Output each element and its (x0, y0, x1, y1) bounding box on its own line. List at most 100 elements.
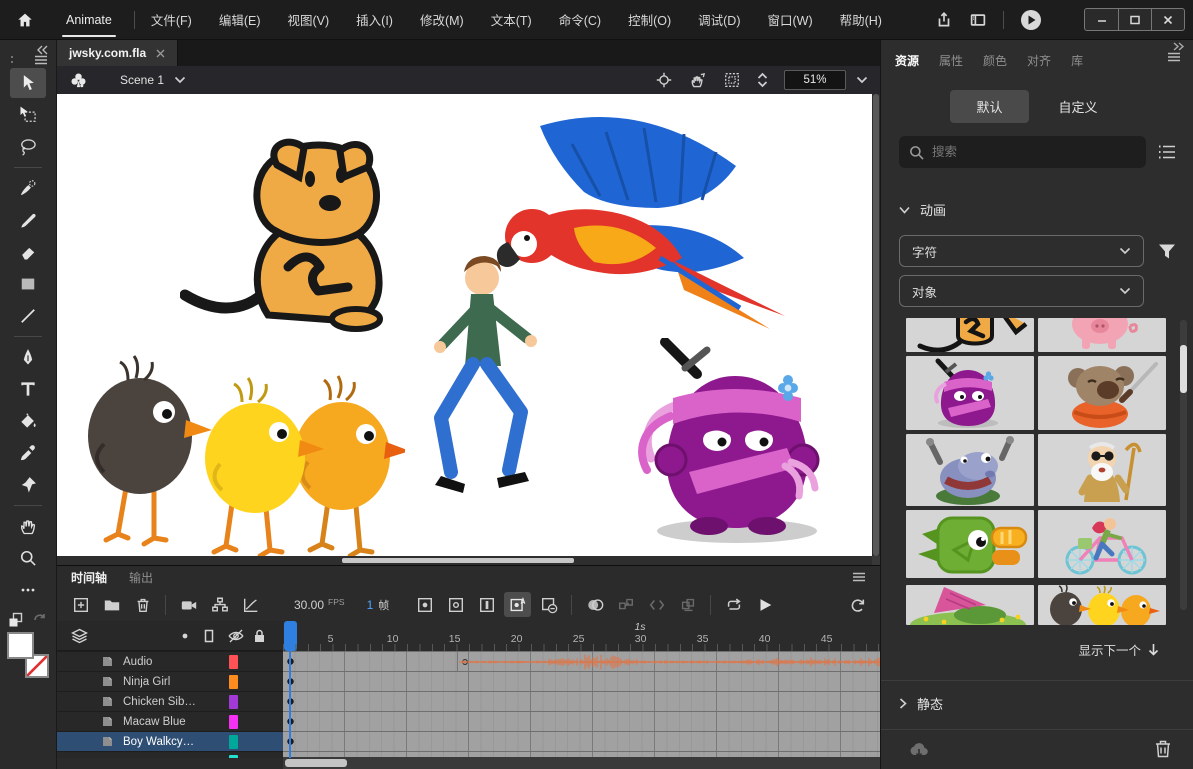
share-icon[interactable] (935, 11, 953, 29)
timeline-hscroll-thumb[interactable] (285, 759, 347, 767)
hide-column-icon[interactable] (227, 628, 245, 644)
classic-brush-tool[interactable] (10, 205, 46, 235)
subselection-tool[interactable] (10, 100, 46, 130)
fluid-brush-tool[interactable] (10, 173, 46, 203)
fill-color-swatch[interactable] (7, 632, 34, 659)
layer-row-Audio[interactable]: Audio (57, 651, 283, 671)
insert-blank-keyframe-button[interactable] (442, 592, 469, 617)
assets-scrollbar[interactable] (1180, 320, 1187, 610)
lasso-tool[interactable] (10, 132, 46, 162)
asset-warp-tool[interactable] (10, 470, 46, 500)
asset-thumb-old-man[interactable] (1038, 434, 1166, 506)
list-view-icon[interactable] (1158, 144, 1176, 160)
graph-editor-button[interactable] (237, 592, 264, 617)
menu-item-8[interactable]: 控制(O) (628, 10, 671, 29)
add-camera-button[interactable] (175, 592, 202, 617)
asset-thumb-green-bird[interactable] (906, 510, 1034, 578)
vscroll-thumb[interactable] (873, 94, 879, 556)
section-animation[interactable]: 动画 (899, 200, 946, 219)
stage[interactable] (57, 94, 872, 556)
zoom-level-input[interactable]: 51% (784, 70, 846, 90)
character-chicks[interactable] (70, 352, 405, 556)
line-tool[interactable] (10, 301, 46, 331)
remove-frames-button[interactable] (535, 592, 562, 617)
asset-thumb-pig[interactable] (1038, 318, 1166, 352)
text-tool[interactable] (10, 374, 46, 404)
eraser-tool[interactable] (10, 237, 46, 267)
rectangle-tool[interactable] (10, 269, 46, 299)
layer-row-next[interactable] (57, 751, 283, 758)
tab-custom[interactable]: 自定义 (1033, 90, 1124, 123)
scene-name[interactable]: Scene 1 (120, 73, 164, 87)
zoom-tool[interactable] (10, 543, 46, 573)
panel-tab-4[interactable]: 对齐 (1027, 52, 1051, 69)
fps-value[interactable]: 30.00 (294, 598, 324, 612)
tab-timeline[interactable]: 时间轴 (71, 569, 107, 586)
pen-tool[interactable] (10, 342, 46, 372)
asset-thumb-dog[interactable] (906, 318, 1034, 352)
lock-column-icon[interactable] (253, 628, 266, 644)
close-tab-icon[interactable] (156, 49, 165, 58)
timeline-menu-icon[interactable] (852, 572, 866, 582)
rotate-canvas-icon[interactable] (689, 71, 707, 89)
show-next-link[interactable]: 显示下一个 (1078, 640, 1159, 659)
frames-area[interactable]: 1s 51015202530354045 (283, 621, 880, 758)
paint-bucket-tool[interactable] (10, 406, 46, 436)
menu-item-1[interactable]: 文件(F) (151, 10, 192, 29)
layers-stack-icon[interactable] (71, 628, 88, 644)
menu-item-10[interactable]: 窗口(W) (767, 10, 812, 29)
menu-item-2[interactable]: 编辑(E) (219, 10, 261, 29)
new-folder-button[interactable] (98, 592, 125, 617)
current-frame-control[interactable]: 1 帧 (367, 597, 390, 613)
menu-item-5[interactable]: 修改(M) (420, 10, 464, 29)
distribute-frames-button[interactable] (674, 592, 701, 617)
zoom-chevron-down-icon[interactable] (856, 76, 868, 84)
minimize-button[interactable] (1085, 9, 1118, 30)
document-tab[interactable]: jwsky.com.fla (57, 40, 178, 66)
onion-skin-button[interactable] (581, 592, 608, 617)
swap-colors-icon[interactable] (8, 612, 24, 628)
layer-color-chip[interactable] (229, 735, 238, 749)
collapse-panel-icon[interactable] (1173, 42, 1185, 51)
insert-keyframe-button[interactable] (411, 592, 438, 617)
scene-chevron-down-icon[interactable] (174, 76, 186, 84)
new-layer-button[interactable] (67, 592, 94, 617)
eyedropper-tool[interactable] (10, 438, 46, 468)
layer-row-Chicken Sib…[interactable]: Chicken Sib… (57, 691, 283, 711)
asset-thumb-ninja-girl[interactable] (906, 356, 1034, 430)
workspace-icon[interactable] (969, 11, 987, 29)
close-button[interactable] (1151, 9, 1184, 30)
object-filter-dropdown[interactable]: 对象 (899, 275, 1144, 307)
asset-thumb-chicken-siblings[interactable] (1038, 585, 1166, 625)
panel-tab-1[interactable]: 资源 (895, 52, 919, 69)
panel-menu-icon[interactable] (1167, 52, 1181, 62)
menu-item-9[interactable]: 调试(D) (698, 10, 740, 29)
loop-button[interactable] (720, 592, 747, 617)
panel-tab-2[interactable]: 属性 (939, 52, 963, 69)
character-walking-boy[interactable] (385, 250, 560, 502)
menu-item-11[interactable]: 帮助(H) (840, 10, 882, 29)
frame-row-Boy Walkcy…[interactable] (283, 731, 880, 751)
upload-asset-icon[interactable] (909, 741, 929, 758)
menu-item-3[interactable]: 视图(V) (288, 10, 330, 29)
clip-content-icon[interactable] (723, 71, 741, 89)
tab-default[interactable]: 默认 (950, 90, 1028, 123)
delete-asset-icon[interactable] (1155, 740, 1171, 758)
layer-row-Macaw Blue[interactable]: Macaw Blue (57, 711, 283, 731)
layer-row-Boy Walkcy…[interactable]: Boy Walkcy… (57, 731, 283, 751)
menu-item-6[interactable]: 文本(T) (491, 10, 532, 29)
character-ninja[interactable] (635, 338, 840, 545)
panel-tab-3[interactable]: 颜色 (983, 52, 1007, 69)
frame-row-Ninja Girl[interactable] (283, 671, 880, 691)
tab-output[interactable]: 输出 (129, 569, 153, 586)
selection-tool[interactable] (10, 68, 46, 98)
outline-column-icon[interactable] (181, 628, 189, 644)
layer-color-chip[interactable] (229, 715, 238, 729)
home-icon[interactable] (12, 7, 38, 33)
asset-thumb-koala-swordsman[interactable] (1038, 356, 1166, 430)
reset-colors-icon[interactable] (32, 612, 48, 628)
layer-color-chip[interactable] (229, 675, 238, 689)
create-tween-button[interactable] (612, 592, 639, 617)
timeline-ruler[interactable]: 1s 51015202530354045 (283, 621, 880, 651)
center-stage-icon[interactable] (655, 71, 673, 89)
